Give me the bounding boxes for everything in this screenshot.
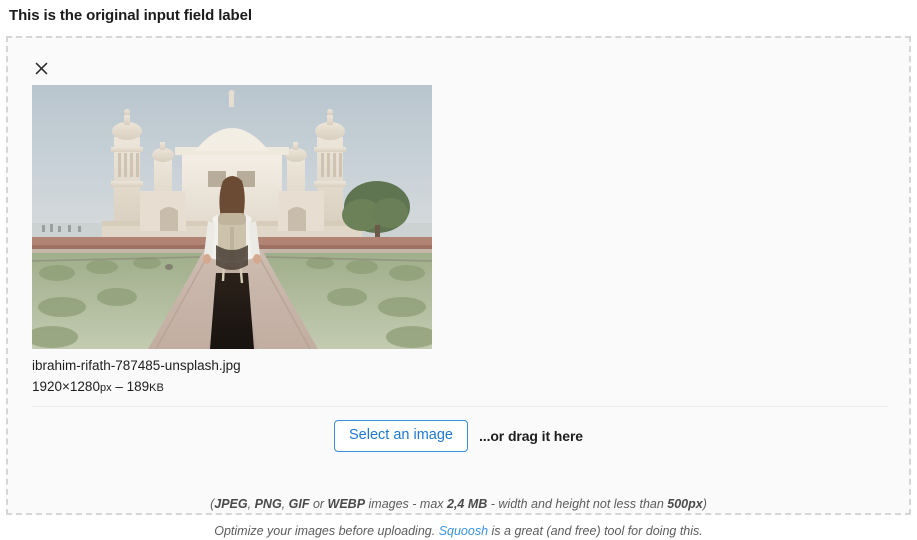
- image-dropzone[interactable]: ibrahim-rifath-787485-unsplash.jpg 1920×…: [6, 36, 911, 538]
- file-name: ibrahim-rifath-787485-unsplash.jpg: [32, 358, 241, 373]
- max-file-size: 2,4 MB: [447, 497, 488, 511]
- squoosh-link[interactable]: Squoosh: [439, 524, 488, 538]
- image-dimensions: 1920×1280: [32, 379, 100, 394]
- image-thumbnail: [32, 85, 432, 349]
- dimensions-unit: px: [99, 382, 112, 394]
- help-comma-1: ,: [247, 497, 255, 511]
- format-gif: GIF: [288, 497, 310, 511]
- file-metadata: ibrahim-rifath-787485-unsplash.jpg 1920×…: [32, 356, 632, 398]
- help-or: or: [309, 497, 328, 511]
- help-close-paren: ): [702, 497, 707, 511]
- help-tail: - width and height not less than: [487, 497, 668, 511]
- optimize-text-after: is a great (and free) tool for doing thi…: [488, 524, 703, 538]
- help-text-optimize: Optimize your images before uploading. S…: [8, 523, 909, 540]
- drag-hint-text: ...or drag it here: [478, 428, 583, 444]
- action-row: Select an image ...or drag it here: [8, 420, 909, 452]
- file-size-unit: KB: [149, 382, 164, 394]
- file-size-value: 189: [126, 379, 150, 394]
- optimize-text-before: Optimize your images before uploading.: [214, 524, 439, 538]
- file-size-line: 1920×1280px – 189KB: [32, 377, 632, 398]
- page-title: This is the original input field label: [9, 7, 252, 24]
- format-png: PNG: [254, 497, 282, 511]
- help-mid: images - max: [365, 497, 447, 511]
- image-upload-field: This is the original input field label i…: [0, 0, 917, 538]
- format-jpeg: JPEG: [214, 497, 248, 511]
- close-icon[interactable]: [31, 58, 51, 78]
- divider: [32, 406, 888, 407]
- min-dimension: 500px: [667, 497, 703, 511]
- format-webp: WEBP: [327, 497, 366, 511]
- help-comma-2: ,: [281, 497, 289, 511]
- select-image-button[interactable]: Select an image: [334, 420, 468, 452]
- meta-separator: –: [115, 379, 123, 394]
- help-text-formats: (JPEG, PNG, GIF or WEBP images - max 2,4…: [8, 496, 909, 513]
